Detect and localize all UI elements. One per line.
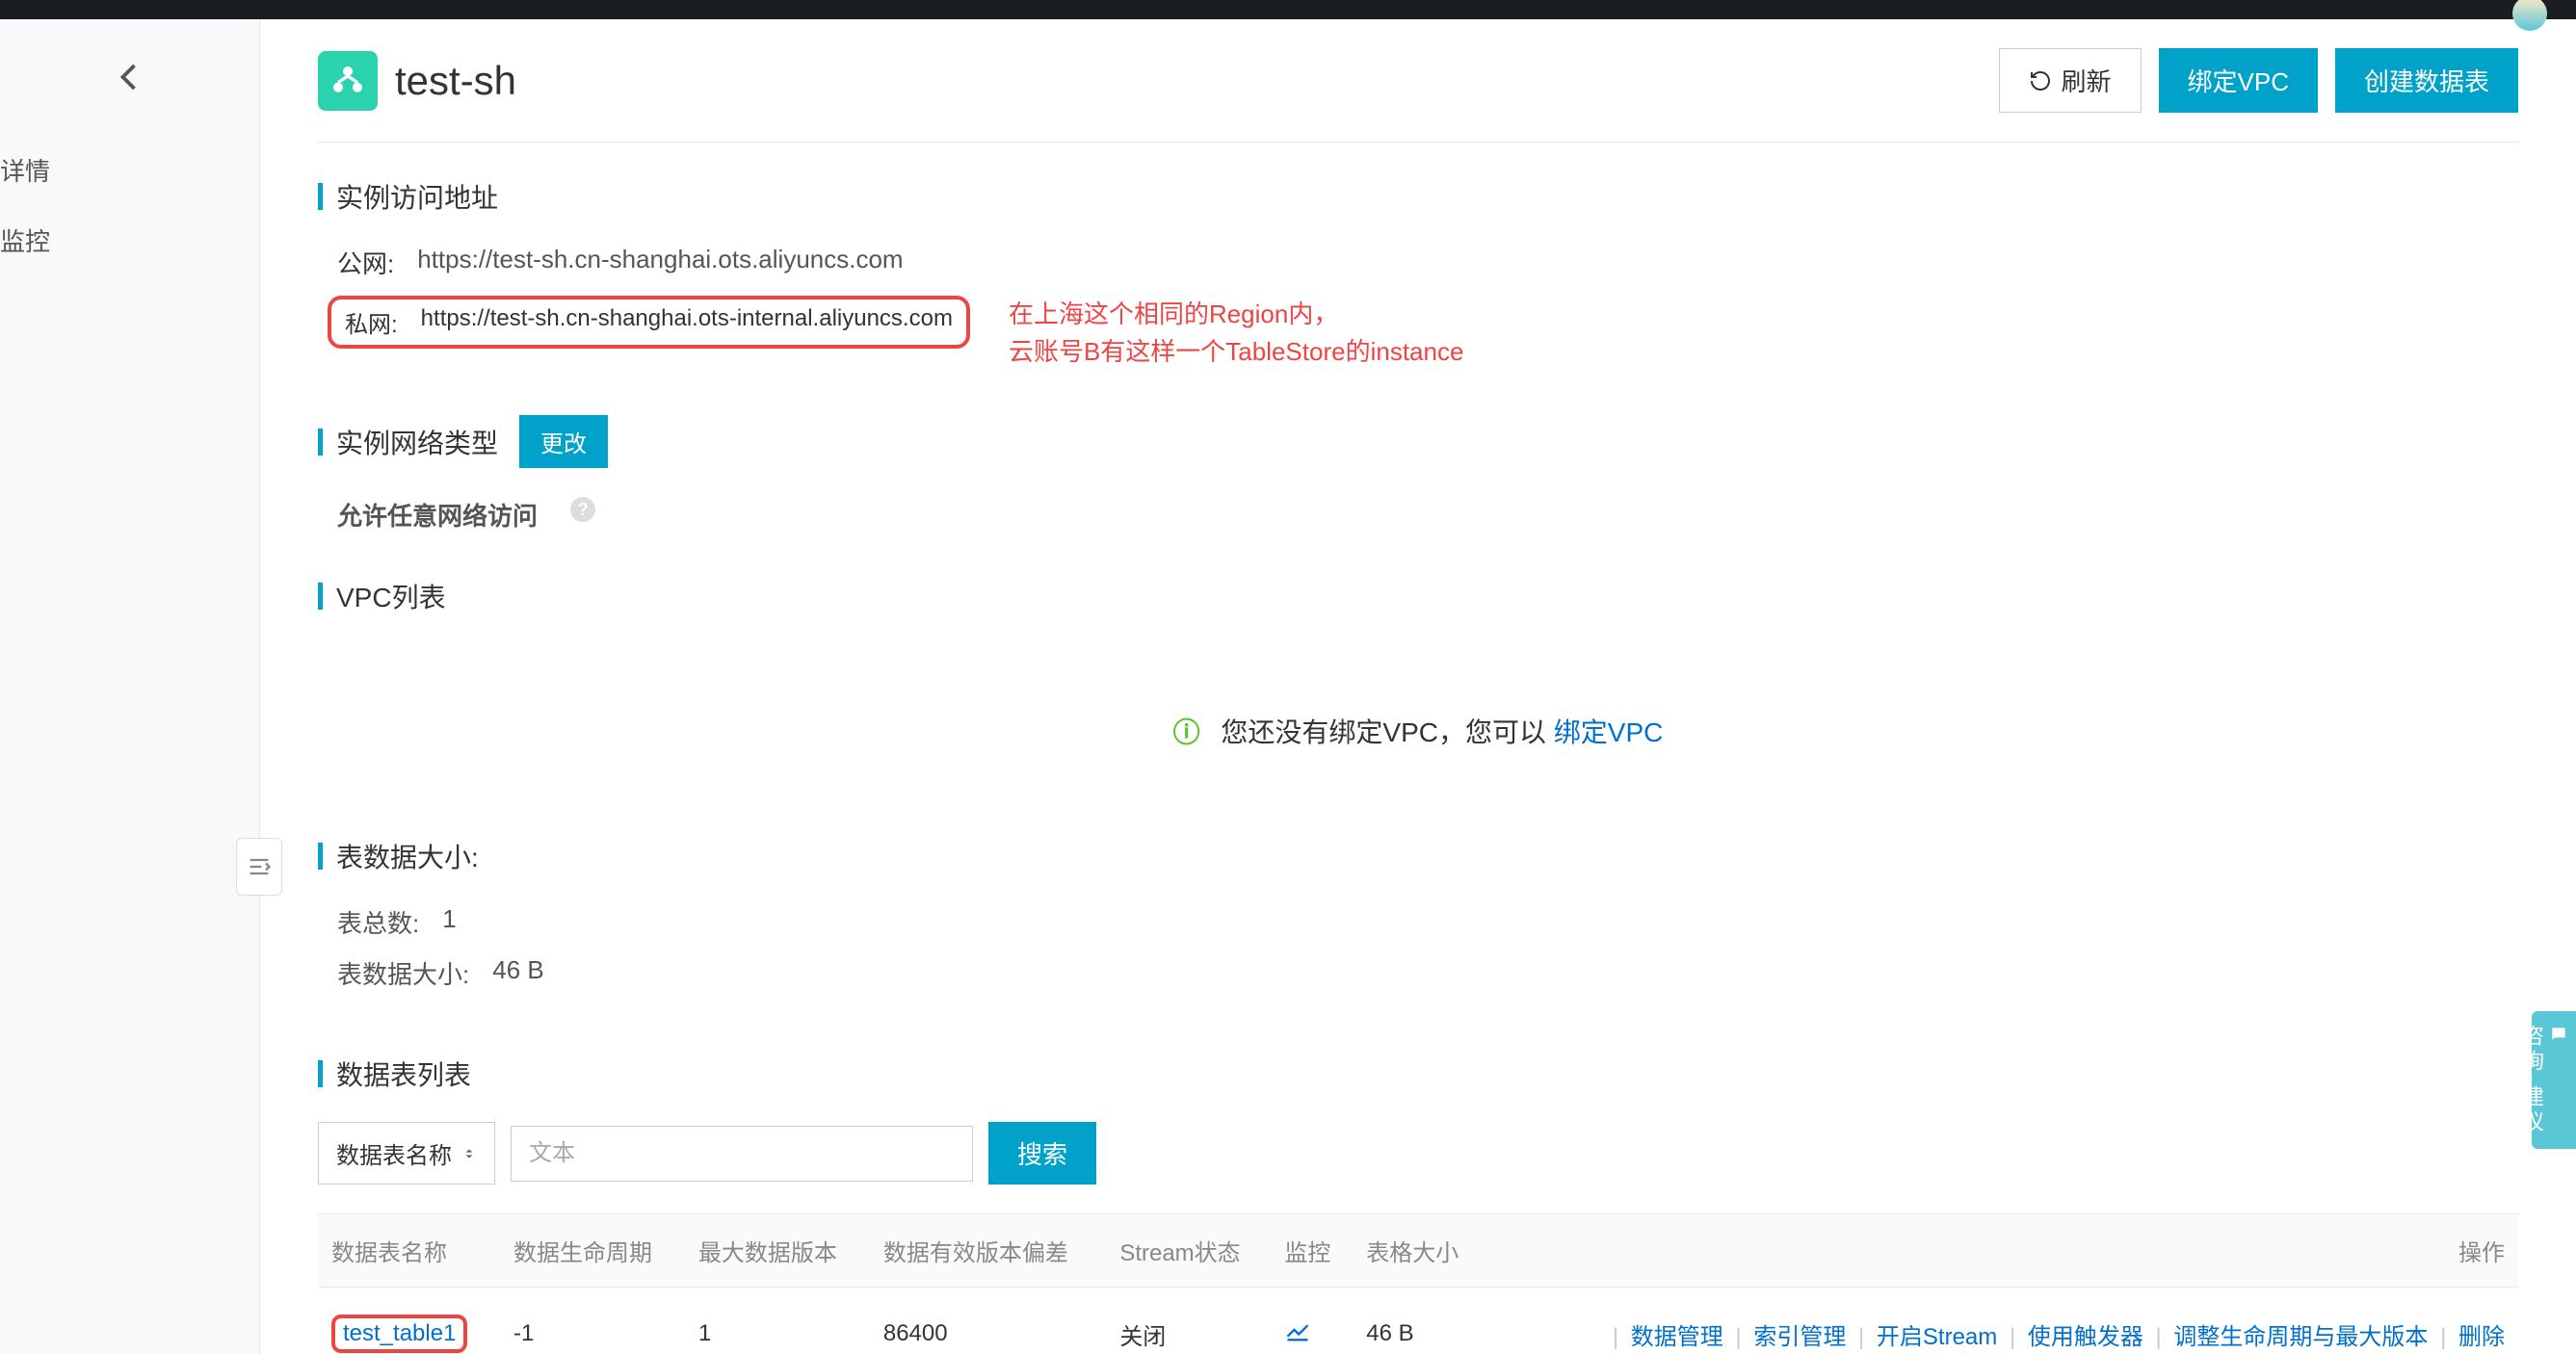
main-content: test-sh 刷新 绑定VPC 创建数据表 实例访问地址 公网: https:… (260, 19, 2576, 1354)
public-url: https://test-sh.cn-shanghai.ots.aliyuncs… (417, 245, 903, 280)
annotation-region: 在上海这个相同的Region内， 云账号B有这样一个TableStore的ins… (1009, 296, 1463, 371)
public-endpoint-row: 公网: https://test-sh.cn-shanghai.ots.aliy… (318, 245, 2518, 280)
bind-vpc-button[interactable]: 绑定VPC (2159, 48, 2318, 113)
cell-actions: | 数据管理 | 索引管理 | 开启Stream | 使用触发器 | 调整生命周… (1486, 1288, 2518, 1354)
table-total-row: 表总数: 1 (318, 904, 2518, 940)
sidebar-item-monitor[interactable]: 监控 (0, 205, 259, 275)
allow-any-network-row: 允许任意网络访问 ? (318, 497, 2518, 533)
bind-vpc-link[interactable]: 绑定VPC (1554, 717, 1664, 747)
vpc-empty-text: 您还没有绑定VPC，您可以 (1221, 717, 1546, 747)
allow-any-label: 允许任意网络访问 (337, 497, 538, 533)
table-total-value: 1 (442, 904, 456, 940)
refresh-label: 刷新 (2062, 63, 2112, 98)
change-network-button[interactable]: 更改 (519, 415, 608, 468)
info-icon: ⓘ (1173, 717, 1200, 747)
back-button[interactable] (0, 19, 259, 135)
table-name-highlight: test_table1 (331, 1315, 467, 1353)
refresh-button[interactable]: 刷新 (1999, 48, 2142, 113)
table-total-label: 表总数: (337, 904, 419, 940)
cell-stream: 关闭 (1106, 1288, 1271, 1354)
table-size-label: 表数据大小: (337, 955, 469, 991)
table-size-value: 46 B (492, 955, 544, 991)
action-enable-stream[interactable]: 开启Stream (1877, 1324, 1997, 1350)
filter-field-label: 数据表名称 (336, 1136, 452, 1170)
private-endpoint-highlight: 私网: https://test-sh.cn-shanghai.ots-inte… (328, 296, 970, 349)
filter-field-select[interactable]: 数据表名称 (318, 1122, 495, 1185)
action-delete[interactable]: 删除 (2458, 1324, 2505, 1350)
section-network-title: 实例网络类型 (336, 423, 498, 461)
chart-icon (1284, 1317, 1311, 1344)
feedback-icon (2547, 1025, 2570, 1050)
section-network: 实例网络类型 更改 (318, 415, 2518, 468)
section-access: 实例访问地址 (318, 177, 2518, 216)
action-index-mgmt[interactable]: 索引管理 (1753, 1324, 1846, 1350)
cell-monitor[interactable] (1271, 1288, 1353, 1354)
cell-deviation: 86400 (870, 1288, 1106, 1354)
help-icon[interactable]: ? (570, 497, 595, 522)
col-monitor: 监控 (1271, 1214, 1353, 1288)
collapse-icon (246, 853, 273, 880)
sidebar: 详情 监控 (0, 19, 260, 1354)
col-stream: Stream状态 (1106, 1214, 1271, 1288)
sidebar-item-details[interactable]: 详情 (0, 135, 259, 205)
section-vpc-title: VPC列表 (336, 577, 446, 615)
create-table-button[interactable]: 创建数据表 (2335, 48, 2518, 113)
chevron-left-icon (113, 60, 147, 94)
search-button[interactable]: 搜索 (988, 1122, 1096, 1185)
search-input[interactable] (511, 1126, 973, 1182)
col-maxversions: 最大数据版本 (685, 1214, 870, 1288)
instance-logo (318, 51, 378, 111)
col-size: 表格大小 (1353, 1214, 1485, 1288)
table-name-link[interactable]: test_table1 (343, 1320, 456, 1346)
top-bar (0, 0, 2576, 19)
cell-size: 46 B (1353, 1288, 1485, 1354)
table-size-row: 表数据大小: 46 B (318, 955, 2518, 991)
col-name: 数据表名称 (318, 1214, 500, 1288)
action-trigger[interactable]: 使用触发器 (2028, 1324, 2143, 1350)
private-url: https://test-sh.cn-shanghai.ots-internal… (421, 305, 953, 339)
data-table: 数据表名称 数据生命周期 最大数据版本 数据有效版本偏差 Stream状态 监控… (318, 1213, 2518, 1354)
table-row: test_table1 -1 1 86400 关闭 46 B | 数据管理 | (318, 1288, 2518, 1354)
refresh-icon (2029, 69, 2052, 92)
feedback-tab[interactable]: 咨询·建议 (2532, 1011, 2576, 1149)
section-tablelist-title: 数据表列表 (336, 1055, 471, 1093)
section-tablelist: 数据表列表 (318, 1055, 2518, 1093)
section-tablesize: 表数据大小: (318, 837, 2518, 875)
cell-ttl: -1 (500, 1288, 685, 1354)
feedback-label: 咨询·建议 (2520, 1025, 2544, 1135)
section-tablesize-title: 表数据大小: (336, 837, 479, 875)
private-label: 私网: (345, 305, 398, 339)
page-title: test-sh (395, 58, 516, 104)
vpc-empty-state: ⓘ 您还没有绑定VPC，您可以 绑定VPC (318, 644, 2518, 837)
col-ttl: 数据生命周期 (500, 1214, 685, 1288)
cell-maxversions: 1 (685, 1288, 870, 1354)
sort-icon (461, 1146, 477, 1161)
section-vpc: VPC列表 (318, 577, 2518, 615)
action-data-mgmt[interactable]: 数据管理 (1631, 1324, 1723, 1350)
col-deviation: 数据有效版本偏差 (870, 1214, 1106, 1288)
tablestore-icon (329, 62, 367, 100)
col-ops: 操作 (1486, 1214, 2518, 1288)
sidebar-toggle[interactable] (236, 838, 282, 896)
public-label: 公网: (337, 245, 394, 280)
action-adjust[interactable]: 调整生命周期与最大版本 (2173, 1324, 2428, 1350)
section-access-title: 实例访问地址 (336, 177, 498, 216)
